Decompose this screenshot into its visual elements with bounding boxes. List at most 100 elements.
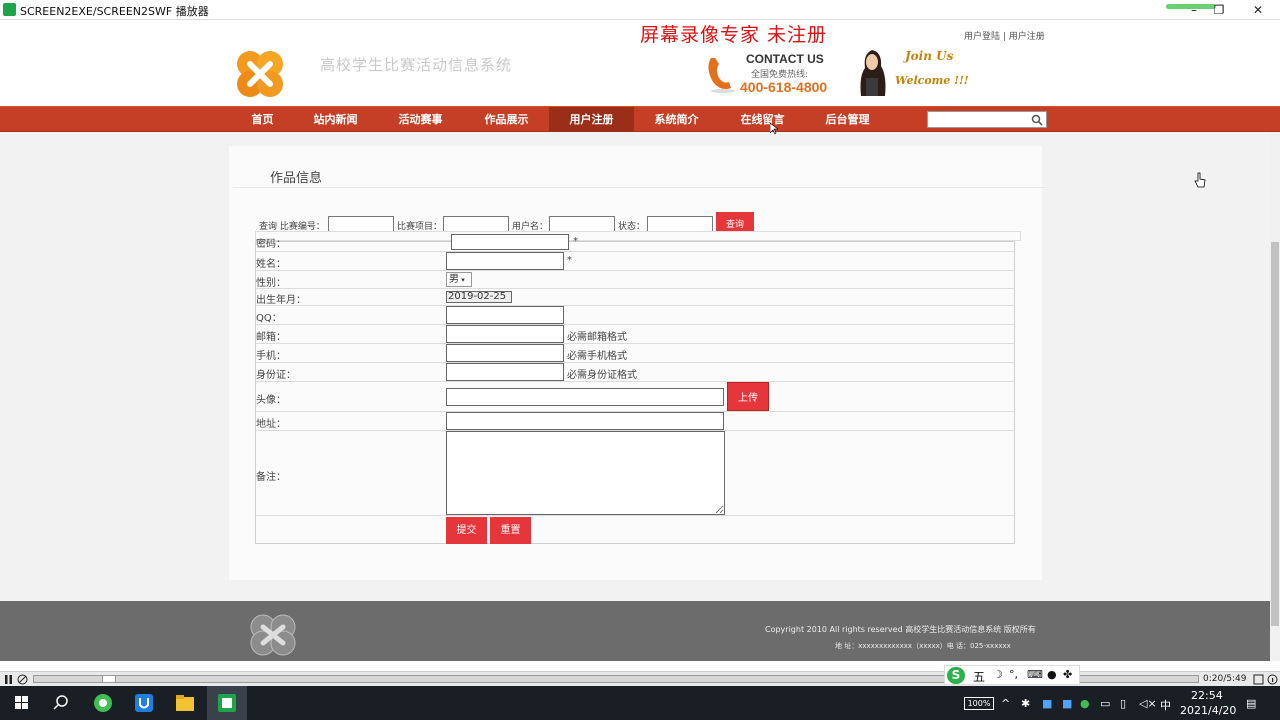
app-u-icon[interactable] bbox=[127, 691, 161, 715]
keyboard-icon[interactable]: ⌨ bbox=[1027, 668, 1043, 681]
password-input[interactable] bbox=[451, 234, 569, 250]
wechat-icon[interactable]: ● bbox=[1080, 697, 1090, 710]
screen-player-icon[interactable] bbox=[210, 691, 244, 715]
tray-note-icon[interactable]: ■ bbox=[1062, 697, 1072, 710]
minimize-icon[interactable]: – bbox=[1182, 1, 1206, 19]
upload-button[interactable]: 上传 bbox=[727, 382, 769, 411]
grid-icon[interactable]: ✤ bbox=[1063, 668, 1072, 681]
phone-label: 手机： bbox=[256, 351, 286, 362]
submit-button[interactable]: 提交 bbox=[446, 517, 487, 544]
id-card-row: 身份证： 必需身份证格式 bbox=[256, 363, 1014, 382]
nav-item-5[interactable]: 系统简介 bbox=[634, 107, 719, 132]
password-required-mark: * bbox=[573, 236, 578, 247]
nav-item-3[interactable]: 作品展示 bbox=[464, 107, 549, 132]
search-taskbar-icon[interactable] bbox=[44, 691, 78, 715]
email-row: 邮箱： 必需邮箱格式 bbox=[256, 325, 1014, 344]
notification-icon[interactable]: ▤ bbox=[1246, 697, 1256, 710]
moon-icon[interactable]: ☽ bbox=[993, 668, 1003, 681]
playback-progress-thumb[interactable] bbox=[102, 675, 116, 683]
pause-icon[interactable] bbox=[3, 674, 14, 685]
tray-app-icon[interactable]: ✱ bbox=[1021, 697, 1030, 710]
restore-icon[interactable]: ❐ bbox=[1207, 1, 1231, 19]
nav-item-6[interactable]: 在线留言 bbox=[720, 107, 805, 132]
tray-sync-icon[interactable]: ■ bbox=[1042, 697, 1052, 710]
gender-select[interactable]: 男 ▾ bbox=[446, 272, 472, 287]
nav-item-7[interactable]: 后台管理 bbox=[805, 107, 890, 132]
chevron-down-icon: ▾ bbox=[459, 276, 465, 284]
recorder-watermark: 屏幕录像专家 未注册 bbox=[640, 24, 828, 46]
user-icon[interactable]: ● bbox=[1047, 668, 1057, 681]
search-icon[interactable] bbox=[1031, 114, 1043, 126]
network-icon[interactable]: ▯ bbox=[1120, 697, 1126, 710]
qq-label: QQ： bbox=[256, 313, 282, 324]
arrow-cursor-icon bbox=[770, 123, 778, 135]
query-number-input[interactable] bbox=[328, 216, 394, 232]
reset-button[interactable]: 重置 bbox=[490, 517, 531, 544]
name-input[interactable] bbox=[446, 252, 564, 270]
actions-row: 提交 重置 bbox=[256, 516, 1014, 544]
clock-time[interactable]: 22:54 bbox=[1191, 689, 1223, 702]
query-bar-strip bbox=[255, 231, 1021, 241]
file-explorer-icon[interactable] bbox=[168, 691, 202, 715]
query-project-input[interactable] bbox=[443, 216, 509, 232]
browser-icon[interactable] bbox=[86, 691, 120, 715]
password-row: 密码： * bbox=[256, 234, 1014, 252]
phone-hint: 必需手机格式 bbox=[567, 351, 627, 362]
id-card-input[interactable] bbox=[446, 363, 564, 381]
contact-title: CONTACT US bbox=[746, 52, 824, 66]
name-required-mark: * bbox=[567, 255, 572, 266]
gender-value: 男 bbox=[449, 274, 459, 285]
volume-mute-icon[interactable]: ◁× bbox=[1139, 697, 1157, 710]
display-icon[interactable]: ▭ bbox=[1100, 697, 1110, 710]
note-label: 备注： bbox=[256, 472, 286, 483]
phone-input[interactable] bbox=[446, 344, 564, 362]
scrollbar-thumb[interactable] bbox=[1271, 242, 1279, 626]
gender-label: 性别： bbox=[256, 278, 286, 289]
site-footer: Copyright 2010 All rights reserved 高校学生比… bbox=[0, 601, 1270, 661]
nav-item-4[interactable]: 用户注册 bbox=[549, 107, 634, 132]
nav-item-1[interactable]: 站内新闻 bbox=[293, 107, 378, 132]
ime-toolbar[interactable]: S 五 ☽ °, ⌨ ● ✤ bbox=[944, 665, 1080, 685]
windows-start-icon[interactable] bbox=[4, 691, 38, 715]
ime-mode[interactable]: 五 bbox=[973, 668, 985, 685]
birth-row: 出生年月： 2019-02-25 bbox=[256, 289, 1014, 306]
id-card-hint: 必需身份证格式 bbox=[567, 370, 637, 381]
avatar-label: 头像： bbox=[256, 395, 286, 406]
avatar bbox=[860, 50, 886, 96]
id-card-label: 身份证： bbox=[256, 370, 296, 381]
welcome-text: Welcome !!! bbox=[895, 74, 969, 87]
address-input[interactable] bbox=[446, 412, 724, 430]
phone-row: 手机： 必需手机格式 bbox=[256, 344, 1014, 363]
name-label: 姓名： bbox=[256, 259, 286, 270]
fullscreen-icon[interactable] bbox=[1253, 674, 1264, 685]
input-language[interactable]: 中 bbox=[1160, 697, 1171, 713]
note-textarea[interactable] bbox=[446, 431, 725, 515]
birth-date-input[interactable]: 2019-02-25 bbox=[446, 291, 512, 303]
email-hint: 必需邮箱格式 bbox=[567, 332, 627, 343]
join-us-text: Join Us bbox=[905, 49, 954, 63]
avatar-path-input[interactable] bbox=[446, 388, 724, 406]
query-status-input[interactable] bbox=[647, 216, 713, 232]
email-label: 邮箱： bbox=[256, 332, 286, 343]
punctuation-icon[interactable]: °, bbox=[1009, 668, 1018, 681]
nav-search-input[interactable] bbox=[927, 111, 1047, 128]
close-icon[interactable]: ✕ bbox=[1246, 1, 1270, 19]
qq-input[interactable] bbox=[446, 306, 564, 324]
sogou-ime-icon[interactable]: S bbox=[947, 667, 965, 684]
nav-item-2[interactable]: 活动赛事 bbox=[378, 107, 463, 132]
email-input[interactable] bbox=[446, 325, 564, 343]
query-button[interactable]: 查询 bbox=[716, 212, 754, 233]
query-username-input[interactable] bbox=[549, 216, 615, 232]
info-icon[interactable] bbox=[1267, 674, 1278, 685]
player-controls: 0:20/5:49 bbox=[0, 671, 1280, 686]
name-row: 姓名： * bbox=[256, 252, 1014, 271]
stop-icon[interactable] bbox=[17, 674, 28, 685]
avatar-row: 头像： 上传 bbox=[256, 382, 1014, 412]
site-name: 高校学生比赛活动信息系统 bbox=[320, 56, 513, 74]
birth-label: 出生年月： bbox=[256, 295, 306, 306]
battery-indicator[interactable]: 100% bbox=[964, 697, 994, 710]
tray-expand-icon[interactable]: ^ bbox=[1001, 697, 1010, 710]
clock-date[interactable]: 2021/4/20 bbox=[1180, 704, 1236, 717]
login-register-links[interactable]: 用户登陆 | 用户注册 bbox=[964, 29, 1045, 42]
password-label: 密码： bbox=[256, 239, 286, 250]
